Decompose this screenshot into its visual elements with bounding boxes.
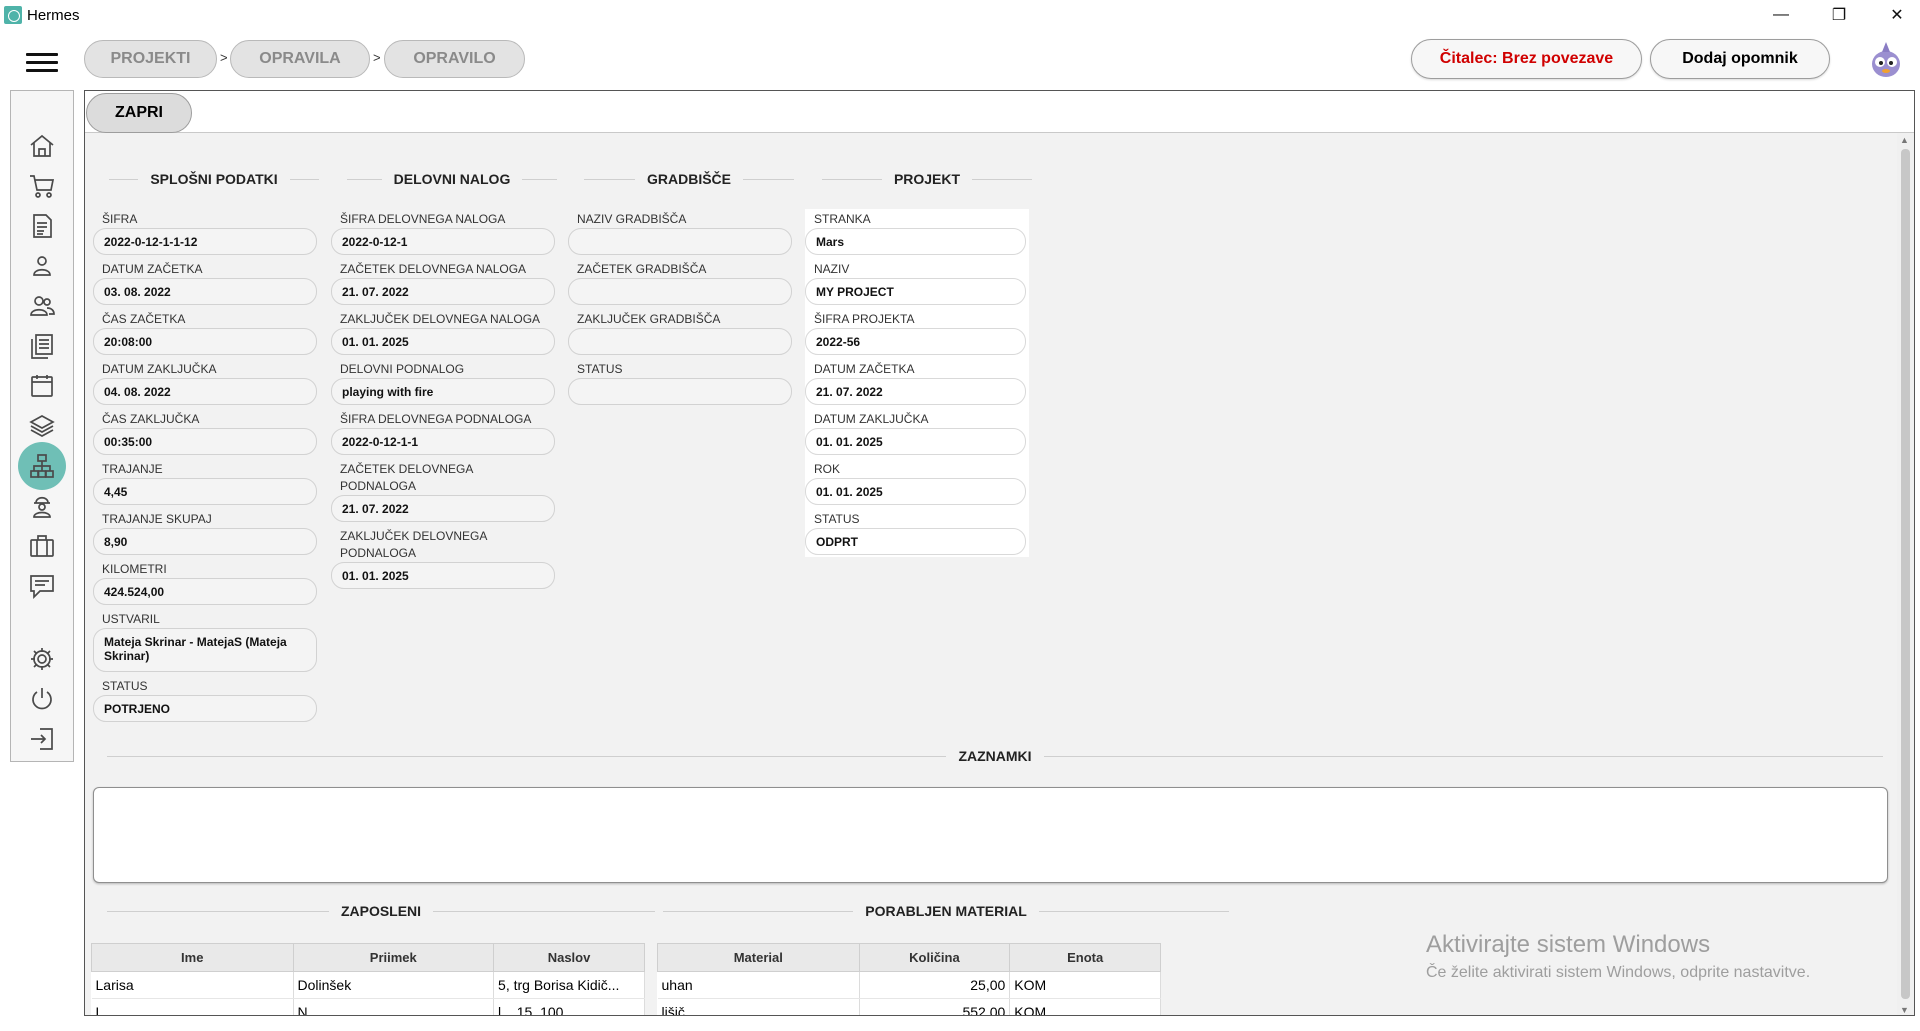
activation-watermark-text: Če želite aktivirati sistem Windows, odp… (1426, 964, 1811, 981)
field-kilometers: KILOMETRI 424.524,00 (93, 561, 317, 605)
field-customer: STRANKA Mars (805, 211, 1026, 255)
field-start-date: DATUM ZAČETKA 03. 08. 2022 (93, 261, 317, 305)
field-site-status: STATUS (568, 361, 792, 405)
document-icon[interactable] (24, 208, 60, 244)
gear-icon[interactable] (24, 641, 60, 677)
work-order-fields: ŠIFRA DELOVNEGA NALOGA 2022-0-12-1 ZAČETE… (331, 211, 555, 595)
field-sub-order: DELOVNI PODNALOG playing with fire (331, 361, 555, 405)
section-title-general: SPLOŠNI PODATKI (109, 171, 319, 187)
section-title-work-order: DELOVNI NALOG (347, 171, 558, 187)
field-sub-order-start: ZAČETEK DELOVNEGA PODNALOGA 21. 07. 2022 (331, 461, 555, 522)
field-deadline: ROK 01. 01. 2025 (805, 461, 1026, 505)
power-icon[interactable] (24, 681, 60, 717)
layers-icon[interactable] (24, 408, 60, 444)
field-project-status: STATUS ODPRT (805, 511, 1026, 555)
breadcrumb-separator: > (373, 50, 381, 65)
column-header-quantity[interactable]: Količina (858, 943, 1011, 972)
field-work-order-code: ŠIFRA DELOVNEGA NALOGA 2022-0-12-1 (331, 211, 555, 255)
breadcrumb-projects[interactable]: PROJEKTI (84, 40, 217, 78)
field-site-name: NAZIV GRADBIŠČA (568, 211, 792, 255)
calendar-icon[interactable] (24, 368, 60, 404)
main-toolbar: ZAPRI (85, 91, 1914, 133)
field-site-end: ZAKLJUČEK GRADBIŠČA (568, 311, 792, 355)
section-title-project: PROJEKT (822, 171, 1032, 187)
home-icon[interactable] (24, 128, 60, 164)
scroll-down-icon[interactable]: ▼ (1900, 1005, 1909, 1015)
breadcrumb-task[interactable]: OPRAVILO (384, 40, 525, 78)
table-row[interactable]: Larisa Dolinšek 5, trg Borisa Kidič... (91, 971, 645, 999)
close-window-button[interactable]: ✕ (1874, 0, 1920, 30)
bottom-strip (0, 1017, 1920, 1031)
general-fields: ŠIFRA 2022-0-12-1-1-12 DATUM ZAČETKA 03. 0… (93, 211, 317, 728)
notes-textarea[interactable] (93, 787, 1888, 883)
briefcase-icon[interactable] (24, 528, 60, 564)
breadcrumb-tasks[interactable]: OPRAVILA (230, 40, 370, 78)
field-site-start: ZAČETEK GRADBIŠČA (568, 261, 792, 305)
activation-watermark-title: Aktivirajte sistem Windows (1426, 931, 1711, 958)
field-project-end: DATUM ZAKLJUČKA 01. 01. 2025 (805, 411, 1026, 455)
table-row[interactable]: L... N... l... 15, 100... (91, 998, 645, 1015)
employees-table: Ime Priimek Naslov Larisa Dolinšek 5, tr… (91, 943, 645, 1015)
column-header-material[interactable]: Material (657, 943, 860, 972)
materials-table: Material Količina Enota uhan 25,00 KOM l… (657, 943, 1161, 1015)
title-bar: Hermes — ❐ ✕ (0, 0, 1920, 30)
project-fields: STRANKA Mars NAZIV MY PROJECT ŠIFRA PROJEK… (805, 209, 1029, 557)
add-reminder-button[interactable]: Dodaj opomnik (1650, 39, 1830, 79)
field-project-start: DATUM ZAČETKA 21. 07. 2022 (805, 361, 1026, 405)
sidebar (10, 90, 74, 762)
column-header-unit[interactable]: Enota (1009, 943, 1161, 972)
field-duration: TRAJANJE 4,45 (93, 461, 317, 505)
app-logo-icon (4, 6, 22, 24)
chat-icon[interactable] (24, 568, 60, 604)
user-avatar-icon[interactable] (1866, 40, 1906, 80)
section-title-site: GRADBIŠČE (584, 171, 795, 187)
field-sub-order-end: ZAKLJUČEK DELOVNEGA PODNALOGA 01. 01. 202… (331, 528, 555, 589)
site-fields: NAZIV GRADBIŠČA ZAČETEK GRADBIŠČA ZAKLJU… (568, 211, 792, 411)
cart-icon[interactable] (24, 168, 60, 204)
hierarchy-icon[interactable] (18, 442, 66, 490)
field-project-name: NAZIV MY PROJECT (805, 261, 1026, 305)
column-header-name[interactable]: Ime (91, 943, 294, 972)
field-end-time: ČAS ZAKLJUČKA 00:35:00 (93, 411, 317, 455)
field-status: STATUS POTRJENO (93, 678, 317, 722)
field-work-order-end: ZAKLJUČEK DELOVNEGA NALOGA 01. 01. 2025 (331, 311, 555, 355)
section-title-employees: ZAPOSLENI (107, 903, 655, 919)
column-header-address[interactable]: Naslov (493, 943, 645, 972)
field-total-duration: TRAJANJE SKUPAJ 8,90 (93, 511, 317, 555)
reader-status-button[interactable]: Čitalec: Brez povezave (1411, 39, 1642, 79)
field-work-order-start: ZAČETEK DELOVNEGA NALOGA 21. 07. 2022 (331, 261, 555, 305)
field-project-code: ŠIFRA PROJEKTA 2022-56 (805, 311, 1026, 355)
field-start-time: ČAS ZAČETKA 20:08:00 (93, 311, 317, 355)
person-icon[interactable] (24, 248, 60, 284)
field-code: ŠIFRA 2022-0-12-1-1-12 (93, 211, 317, 255)
close-button[interactable]: ZAPRI (86, 93, 192, 133)
scroll-up-icon[interactable]: ▲ (1900, 135, 1909, 145)
vertical-scrollbar[interactable]: ▲ ▼ (1897, 133, 1914, 1015)
field-end-date: DATUM ZAKLJUČKA 04. 08. 2022 (93, 361, 317, 405)
section-title-materials: PORABLJEN MATERIAL (663, 903, 1229, 919)
breadcrumb-separator: > (220, 50, 228, 65)
worker-icon[interactable] (24, 488, 60, 524)
restore-button[interactable]: ❐ (1816, 0, 1862, 30)
section-title-notes: ZAZNAMKI (107, 748, 1884, 764)
hamburger-menu-icon[interactable] (26, 53, 58, 75)
main-panel: ZAPRI SPLOŠNI PODATKI DELOVNI NALOG GRAD… (84, 90, 1915, 1016)
column-header-surname[interactable]: Priimek (292, 943, 495, 972)
field-created-by: USTVARIL Mateja Skrinar - MatejaS (Mateja… (93, 611, 317, 672)
scroll-thumb[interactable] (1901, 149, 1910, 999)
table-row[interactable]: lišič... 552,00 KOM (657, 998, 1161, 1015)
table-row[interactable]: uhan 25,00 KOM (657, 971, 1161, 999)
list-icon[interactable] (24, 328, 60, 364)
field-sub-order-code: ŠIFRA DELOVNEGA PODNALOGA 2022-0-12-1-1 (331, 411, 555, 455)
exit-icon[interactable] (24, 721, 60, 757)
minimize-button[interactable]: — (1758, 0, 1804, 30)
window-title: Hermes (27, 7, 80, 24)
people-icon[interactable] (24, 288, 60, 324)
